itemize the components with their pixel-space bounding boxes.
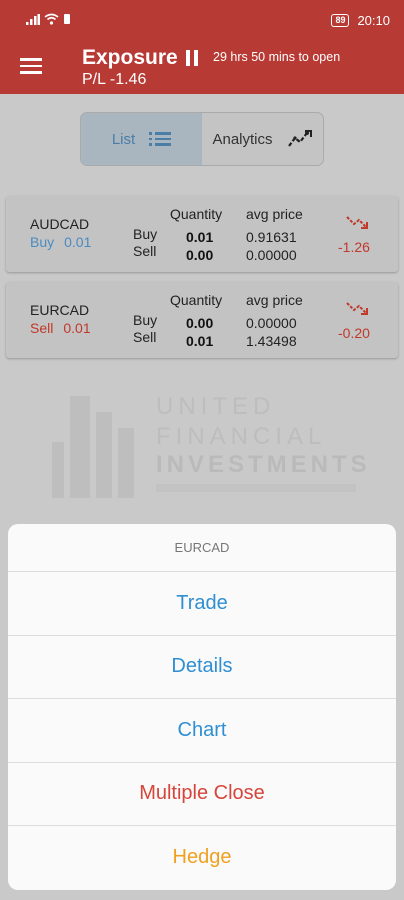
watermark-line3: INVESTMENTS bbox=[156, 451, 368, 478]
position-pnl: -0.20 bbox=[338, 325, 370, 341]
position-pnl: -1.26 bbox=[338, 239, 370, 255]
exposure-content: List Analytics AUDCAD Buy 0.01 Quantity a… bbox=[0, 94, 404, 900]
sell-quantity: 0.00 bbox=[186, 247, 214, 263]
app-bar: Exposure 29 hrs 50 mins to open P/L -1.4… bbox=[0, 38, 404, 94]
trend-down-icon bbox=[346, 216, 368, 229]
position-side-label: Sell bbox=[30, 320, 54, 336]
notification-icon bbox=[64, 14, 70, 24]
buy-label: Buy bbox=[133, 226, 158, 242]
position-size: 0.01 bbox=[63, 320, 91, 336]
trend-down-icon bbox=[346, 302, 368, 315]
buy-label: Buy bbox=[133, 312, 158, 328]
buy-quantity: 0.00 bbox=[186, 315, 214, 331]
market-countdown: 29 hrs 50 mins to open bbox=[213, 50, 341, 64]
page-title: Exposure bbox=[82, 46, 178, 69]
position-symbol: AUDCAD bbox=[30, 216, 90, 232]
position-card-audcad[interactable]: AUDCAD Buy 0.01 Quantity avg price Buy Se… bbox=[6, 196, 398, 272]
status-icons bbox=[26, 13, 71, 25]
battery-icon: 89 bbox=[331, 14, 350, 27]
avg-price-header: avg price bbox=[246, 292, 303, 308]
analytics-icon bbox=[287, 130, 312, 147]
position-card-eurcad[interactable]: EURCAD Sell 0.01 Quantity avg price Buy S… bbox=[6, 282, 398, 358]
action-sheet: EURCAD Trade Details Chart Multiple Clos… bbox=[8, 524, 396, 890]
watermark-line2: FINANCIAL bbox=[156, 423, 326, 450]
wifi-icon bbox=[44, 13, 59, 25]
profit-loss: P/L -1.46 bbox=[82, 71, 147, 88]
sell-avg-price: 1.43498 bbox=[246, 333, 297, 349]
position-side: Buy 0.01 bbox=[30, 234, 91, 250]
list-icon bbox=[149, 132, 172, 146]
buy-avg-price: 0.91631 bbox=[246, 229, 297, 245]
avg-price-header: avg price bbox=[246, 206, 303, 222]
action-sheet-title: EURCAD bbox=[8, 524, 396, 572]
clock: 20:10 bbox=[357, 13, 390, 28]
watermark-line1: UNITED bbox=[156, 393, 275, 420]
tab-list-label: List bbox=[111, 130, 136, 148]
sell-quantity: 0.01 bbox=[186, 333, 214, 349]
sell-avg-price: 0.00000 bbox=[246, 247, 297, 263]
pause-icon bbox=[186, 50, 200, 68]
trade-button[interactable]: Trade bbox=[8, 572, 396, 636]
quantity-header: Quantity bbox=[170, 292, 223, 308]
view-toggle: List Analytics bbox=[80, 112, 324, 166]
company-logo-watermark: UNITED FINANCIAL INVESTMENTS bbox=[52, 393, 368, 498]
position-side-label: Buy bbox=[30, 234, 55, 250]
multiple-close-button[interactable]: Multiple Close bbox=[8, 763, 396, 826]
buy-quantity: 0.01 bbox=[186, 229, 214, 245]
tab-list[interactable]: List bbox=[81, 113, 202, 165]
tab-analytics-label: Analytics bbox=[212, 130, 273, 148]
position-symbol: EURCAD bbox=[30, 302, 90, 318]
details-button[interactable]: Details bbox=[8, 636, 396, 699]
position-side: Sell 0.01 bbox=[30, 320, 91, 336]
chart-button[interactable]: Chart bbox=[8, 699, 396, 763]
sell-label: Sell bbox=[133, 243, 157, 259]
signal-icon bbox=[26, 14, 40, 25]
status-bar: 89 20:10 bbox=[0, 0, 404, 38]
sell-label: Sell bbox=[133, 329, 157, 345]
menu-icon[interactable] bbox=[18, 54, 44, 78]
tab-analytics[interactable]: Analytics bbox=[202, 113, 323, 165]
hedge-button[interactable]: Hedge bbox=[8, 826, 396, 890]
quantity-header: Quantity bbox=[170, 206, 223, 222]
position-size: 0.01 bbox=[64, 234, 92, 250]
buy-avg-price: 0.00000 bbox=[246, 315, 297, 331]
